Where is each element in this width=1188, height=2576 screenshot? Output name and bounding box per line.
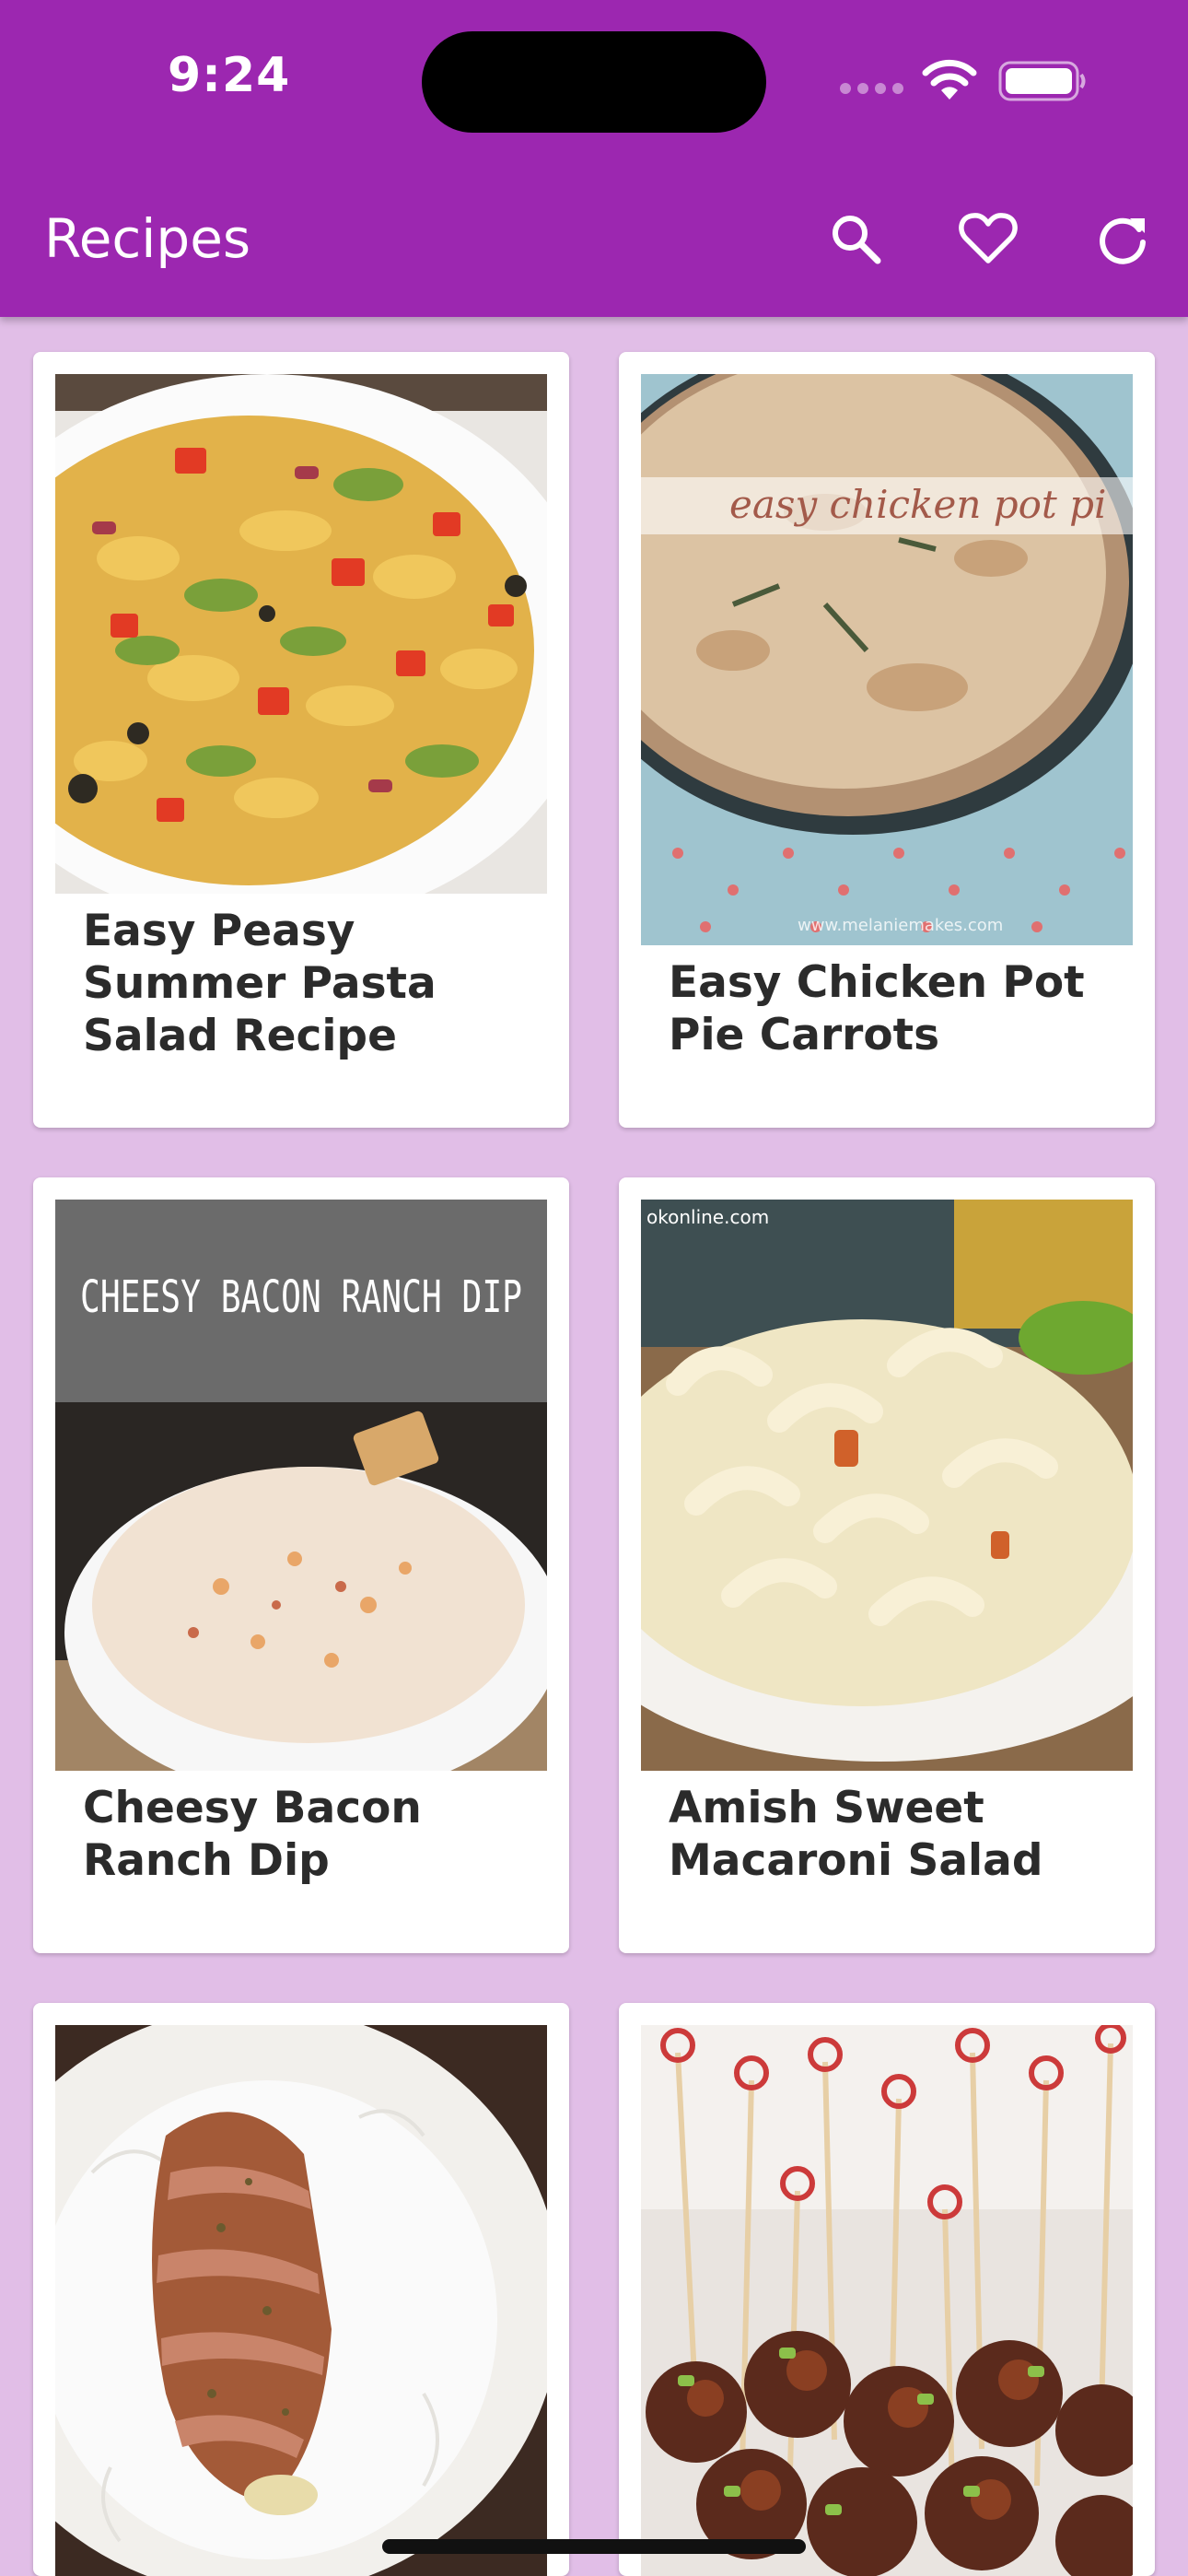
recipe-image: easy chicken pot pi www.melaniemakes.com xyxy=(641,374,1133,945)
dynamic-island xyxy=(422,31,766,133)
recipe-card[interactable]: easy chicken pot pi www.melaniemakes.com… xyxy=(619,352,1155,1128)
image-caption-text: easy chicken pot pi xyxy=(729,482,1106,527)
refresh-button[interactable] xyxy=(1081,197,1164,280)
recipe-card[interactable] xyxy=(619,2003,1155,2576)
recipe-title: Cheesy Bacon Ranch Dip xyxy=(83,1783,422,1886)
refresh-icon xyxy=(1100,217,1146,264)
status-time: 9:24 xyxy=(168,48,291,103)
search-icon xyxy=(833,216,881,264)
recipe-image xyxy=(641,2025,1133,2576)
heart-icon xyxy=(959,213,1018,263)
recipe-card[interactable]: CHEESY BACON RANCH DIP Cheesy Bacon Ranc… xyxy=(33,1177,569,1953)
home-indicator[interactable] xyxy=(382,2539,806,2554)
recipe-title: Easy Peasy Summer Pasta Salad Recipe xyxy=(83,906,437,1061)
wifi-icon xyxy=(922,59,977,100)
image-caption-text: CHEESY BACON RANCH DIP xyxy=(80,1271,522,1323)
recipe-image: okonline.com xyxy=(641,1200,1133,1771)
recipe-card[interactable]: Easy Peasy Summer Pasta Salad Recipe xyxy=(33,352,569,1128)
recipe-image: CHEESY BACON RANCH DIP xyxy=(55,1200,547,1771)
recipe-image xyxy=(55,374,547,894)
cellular-signal-icon xyxy=(840,83,904,94)
recipe-card[interactable]: okonline.com Amish Sweet Macaroni Salad xyxy=(619,1177,1155,1953)
recipe-title: Amish Sweet Macaroni Salad xyxy=(669,1783,1043,1886)
image-watermark-text: www.melaniemakes.com xyxy=(798,916,1003,935)
recipe-image xyxy=(55,2025,547,2576)
recipe-grid: Easy Peasy Summer Pasta Salad Recipe eas… xyxy=(0,317,1188,2576)
image-watermark-text: okonline.com xyxy=(646,1206,769,1228)
recipe-title: Easy Chicken Pot Pie Carrots xyxy=(669,957,1085,1060)
recipe-card[interactable] xyxy=(33,2003,569,2576)
page-title: Recipes xyxy=(44,207,251,270)
favorites-button[interactable] xyxy=(947,197,1030,280)
app-bar: 9:24 Recipes xyxy=(0,0,1188,317)
battery-icon xyxy=(998,61,1086,101)
search-button[interactable] xyxy=(814,197,897,280)
